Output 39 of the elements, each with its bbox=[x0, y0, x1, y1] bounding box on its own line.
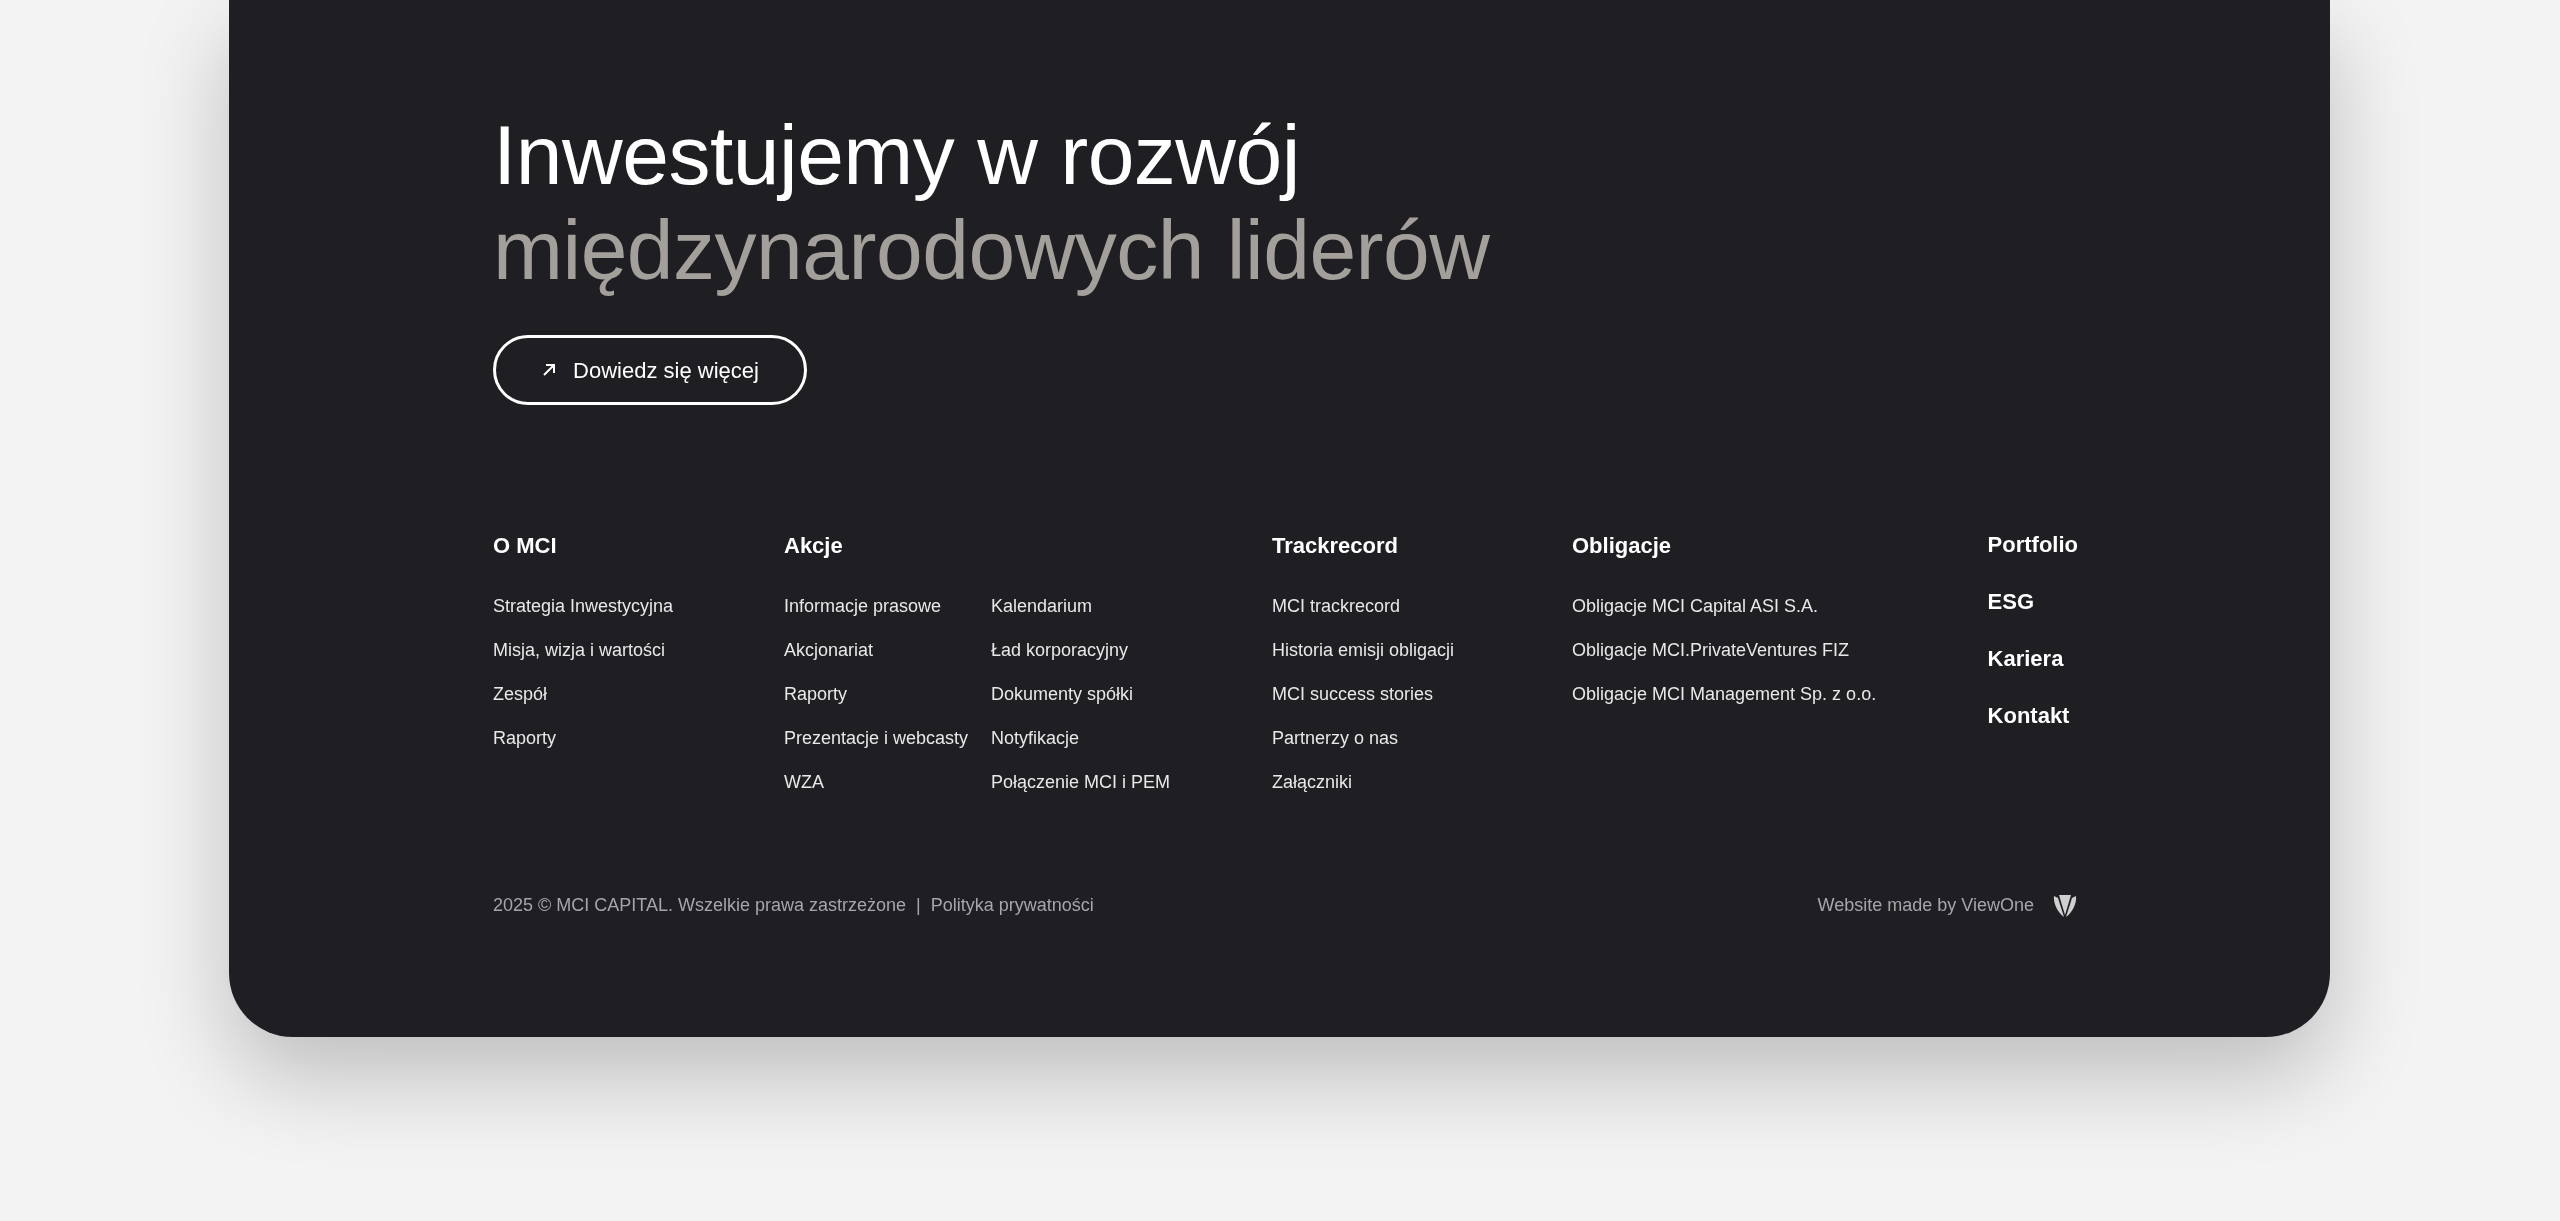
column-heading: Obligacje bbox=[1572, 532, 1673, 560]
footer-link[interactable]: Partnerzy o nas bbox=[1272, 716, 1399, 760]
footer-link[interactable]: MCI trackrecord bbox=[1272, 584, 1401, 628]
headline: Inwestujemy w rozwój bbox=[493, 108, 1301, 203]
separator: | bbox=[916, 894, 921, 917]
footer-link[interactable]: Notyfikacje bbox=[991, 716, 1080, 760]
footer-link[interactable]: Połączenie MCI i PEM bbox=[991, 760, 1171, 804]
footer-link[interactable]: Obligacje MCI.PrivateVentures FIZ bbox=[1572, 628, 1850, 672]
footer-link[interactable]: Strategia Inwestycyjna bbox=[493, 584, 674, 628]
headline: międzynarodowych liderów bbox=[493, 203, 1491, 298]
footer-link[interactable]: Akcjonariat bbox=[784, 628, 874, 672]
main-nav-link[interactable]: Kontakt bbox=[1987, 703, 2078, 729]
footer-link[interactable]: Informacje prasowe bbox=[784, 584, 942, 628]
footer-link[interactable]: Dokumenty spółki bbox=[991, 672, 1134, 716]
main-nav-link[interactable]: ESG bbox=[1987, 589, 2078, 615]
footer-link[interactable]: Raporty bbox=[784, 672, 848, 716]
footer-link[interactable]: Załączniki bbox=[1272, 760, 1353, 804]
main-nav-link[interactable]: Portfolio bbox=[1987, 532, 2078, 558]
footer-link[interactable]: Historia emisji obligacji bbox=[1272, 628, 1455, 672]
footer-link[interactable]: Zespół bbox=[493, 672, 548, 716]
column-heading: Akcje bbox=[784, 532, 844, 560]
learn-more-button[interactable]: Dowiedz się więcej bbox=[493, 335, 807, 405]
column-heading: Trackrecord bbox=[1272, 532, 1399, 560]
footer-link[interactable]: Prezentacje i webcasty bbox=[784, 716, 969, 760]
arrow-up-right-icon bbox=[541, 362, 558, 378]
column-heading: O MCI bbox=[493, 532, 558, 560]
copyright-text: 2025 © MCI CAPITAL. Wszelkie prawa zastrzeżone bbox=[493, 894, 907, 917]
main-nav-link[interactable]: Kariera bbox=[1987, 646, 2078, 672]
privacy-policy-link[interactable]: Polityka prywatności bbox=[930, 892, 1094, 919]
footer-link[interactable]: Obligacje MCI Capital ASI S.A. bbox=[1572, 584, 1819, 628]
footer-link[interactable]: Kalendarium bbox=[991, 584, 1093, 628]
footer-link[interactable]: Raporty bbox=[493, 716, 557, 760]
credit-text: Website made by ViewOne bbox=[1817, 894, 2034, 917]
footer-link[interactable]: Obligacje MCI Management Sp. z o.o. bbox=[1572, 672, 1877, 716]
logo-icon bbox=[2052, 892, 2078, 919]
footer-link[interactable]: WZA bbox=[784, 760, 824, 804]
footer-link[interactable]: MCI success stories bbox=[1272, 672, 1434, 716]
footer-link[interactable]: Ład korporacyjny bbox=[991, 628, 1129, 672]
footer-link[interactable]: Misja, wizja i wartości bbox=[493, 628, 666, 672]
